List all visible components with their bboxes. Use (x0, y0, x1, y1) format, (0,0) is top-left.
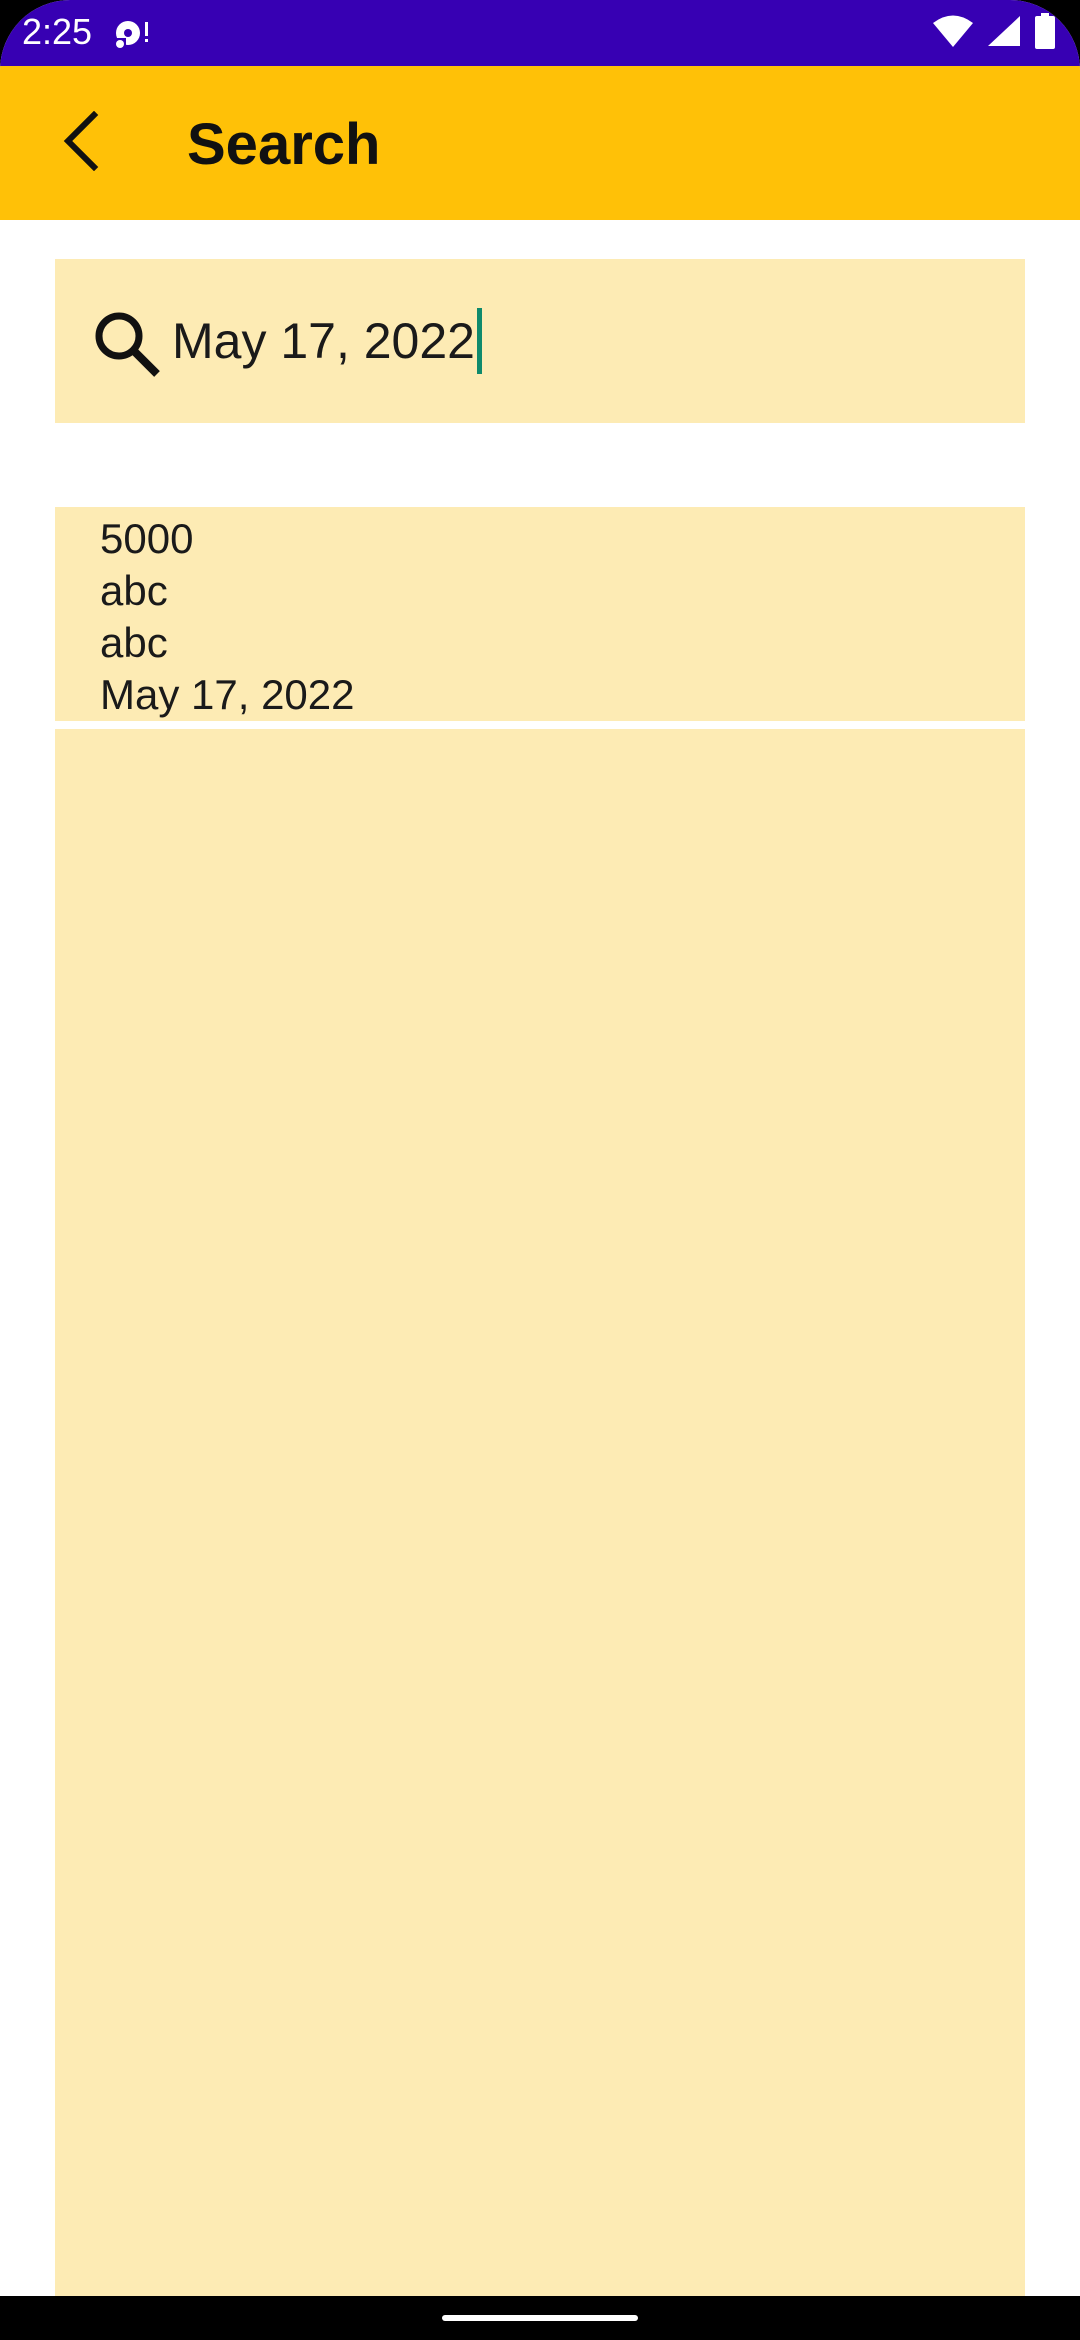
back-button[interactable] (40, 101, 124, 185)
back-arrow-icon (58, 110, 106, 176)
status-time: 2:25 (22, 11, 93, 52)
status-icons (932, 12, 1056, 54)
result-date: May 17, 2022 (100, 671, 355, 718)
page-title: Search (187, 112, 381, 177)
search-icon (92, 309, 164, 381)
results-list-area (55, 729, 1025, 2299)
wifi-icon (932, 14, 974, 53)
result-card[interactable]: 5000 abc abc May 17, 2022 (55, 507, 1025, 721)
result-field-2: abc (100, 619, 168, 666)
text-caret (476, 308, 482, 374)
signal-icon (986, 14, 1022, 53)
result-field-1: abc (100, 567, 168, 614)
status-bar: 2:25 (0, 0, 1080, 66)
media-icon (112, 16, 152, 50)
search-input[interactable]: May 17, 2022 (172, 305, 482, 377)
home-gesture-handle[interactable] (442, 2315, 638, 2321)
result-amount: 5000 (100, 515, 194, 562)
app-bar: Search (0, 66, 1080, 220)
screen: 2:25 Search May 17, 2022 5000 abc abc Ma… (0, 0, 1080, 2340)
battery-icon (1034, 12, 1056, 54)
search-field[interactable]: May 17, 2022 (55, 259, 1025, 423)
search-input-value: May 17, 2022 (172, 313, 475, 369)
